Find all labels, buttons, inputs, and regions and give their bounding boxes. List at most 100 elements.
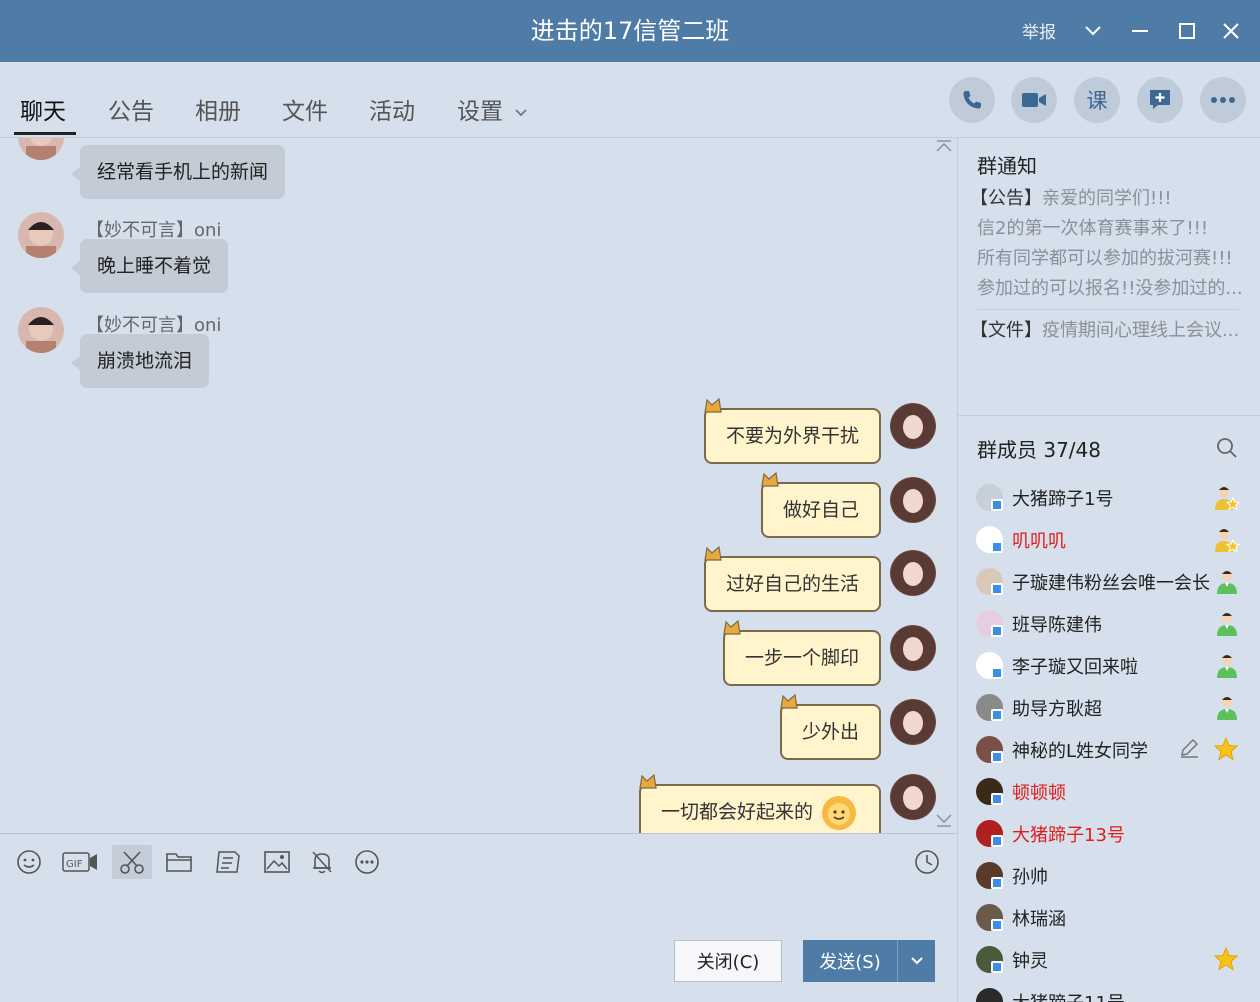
- tab-settings[interactable]: 设置: [457, 92, 528, 126]
- video-call-button[interactable]: [1011, 77, 1057, 123]
- message-bubble[interactable]: 经常看手机上的新闻: [70, 145, 286, 199]
- avatar[interactable]: [890, 550, 936, 596]
- search-icon[interactable]: [1215, 436, 1239, 460]
- close-icon[interactable]: [1214, 14, 1248, 48]
- mobile-online-icon: [991, 625, 1003, 637]
- message-bubble[interactable]: 晚上睡不着觉: [70, 239, 229, 293]
- cat-decoration-icon: [704, 545, 722, 561]
- member-row[interactable]: 林瑞涵: [958, 896, 1260, 938]
- gif-icon[interactable]: GIF: [60, 845, 100, 879]
- message-text: 少外出: [801, 721, 859, 743]
- tab-album[interactable]: 相册: [195, 92, 241, 126]
- tab-announcement[interactable]: 公告: [108, 92, 154, 126]
- member-row[interactable]: 顿顿顿: [958, 770, 1260, 812]
- notice-line[interactable]: 信2的第一次体育赛事来了!!!: [977, 214, 1208, 240]
- message-bubble[interactable]: 崩溃地流泪: [70, 334, 210, 388]
- member-row[interactable]: 班导陈建伟: [958, 602, 1260, 644]
- message-bubble-outgoing[interactable]: 不要为外界干扰: [703, 397, 881, 464]
- member-row[interactable]: 钟灵: [958, 938, 1260, 980]
- member-name: 孙帅: [1012, 867, 1048, 888]
- notice-line[interactable]: 【公告】亲爱的同学们!!!: [970, 184, 1172, 210]
- emoji-icon[interactable]: [12, 845, 46, 879]
- tab-chat[interactable]: 聊天: [20, 92, 66, 126]
- folder-icon[interactable]: [162, 845, 196, 879]
- group-members-panel: 群成员 37/48 大猪蹄子1号叽叽叽子璇建伟粉丝会唯一会长 班导陈建伟 李子璇又回…: [958, 417, 1260, 1002]
- add-message-button[interactable]: [1137, 77, 1183, 123]
- add-message-icon: [1150, 90, 1170, 109]
- notice-divider: [977, 309, 1239, 310]
- mobile-online-icon: [991, 499, 1003, 511]
- send-options-button[interactable]: [898, 956, 935, 966]
- notice-line[interactable]: 所有同学都可以参加的拔河赛!!!: [977, 244, 1233, 270]
- member-name: 助导方耿超: [1012, 699, 1102, 720]
- member-name: 大猪蹄子13号: [1012, 825, 1125, 846]
- notice-line[interactable]: 参加过的可以报名!!没参加过的...: [977, 274, 1243, 300]
- tab-activity[interactable]: 活动: [369, 92, 415, 126]
- scroll-top-icon[interactable]: [934, 138, 954, 154]
- member-avatar[interactable]: [976, 988, 1003, 1002]
- message-bubble-outgoing[interactable]: 过好自己的生活: [703, 545, 881, 612]
- bell-icon[interactable]: [305, 845, 339, 879]
- member-row[interactable]: 子璇建伟粉丝会唯一会长: [958, 560, 1260, 602]
- members-title: 群成员 37/48: [977, 438, 1101, 462]
- member-row[interactable]: 叽叽叽: [958, 518, 1260, 560]
- mobile-online-icon: [991, 877, 1003, 889]
- avatar[interactable]: [890, 625, 936, 671]
- mobile-online-icon: [991, 541, 1003, 553]
- member-row[interactable]: 李子璇又回来啦: [958, 644, 1260, 686]
- member-name: 林瑞涵: [1012, 909, 1066, 930]
- avatar[interactable]: [18, 307, 64, 353]
- avatar[interactable]: [18, 212, 64, 258]
- phone-icon: [963, 91, 981, 109]
- chevron-down-icon: [910, 957, 923, 965]
- avatar[interactable]: [890, 477, 936, 523]
- sun-emoji-icon: [822, 795, 856, 830]
- member-row[interactable]: 大猪蹄子11号: [958, 980, 1260, 1002]
- member-row[interactable]: 助导方耿超: [958, 686, 1260, 728]
- message-bubble-outgoing[interactable]: 一步一个脚印: [722, 619, 881, 686]
- report-button[interactable]: 举报: [1022, 18, 1056, 43]
- chat-area[interactable]: 经常看手机上的新闻 【妙不可言】oni 晚上睡不着觉 【妙不可言】oni 崩溃地…: [0, 138, 957, 833]
- doc-icon[interactable]: [212, 845, 246, 879]
- image-icon[interactable]: [260, 845, 294, 879]
- tab-files[interactable]: 文件: [282, 92, 328, 126]
- cat-decoration-icon: [639, 773, 657, 789]
- message-bubble-outgoing[interactable]: 少外出: [779, 693, 881, 760]
- mobile-online-icon: [991, 667, 1003, 679]
- chevron-down-icon[interactable]: [1076, 14, 1110, 48]
- mobile-online-icon: [991, 835, 1003, 847]
- notice-tag: 【公告】: [970, 188, 1042, 209]
- member-row[interactable]: 大猪蹄子13号: [958, 812, 1260, 854]
- maximize-icon[interactable]: [1170, 14, 1204, 48]
- member-name: 叽叽叽: [1012, 531, 1066, 552]
- voice-call-button[interactable]: [949, 77, 995, 123]
- message-bubble-outgoing[interactable]: 一切都会好起来的: [638, 773, 881, 833]
- edit-icon[interactable]: [1178, 737, 1200, 763]
- more-circle-icon[interactable]: [350, 845, 384, 879]
- avatar[interactable]: [18, 138, 64, 160]
- active-tab-indicator: [14, 132, 76, 135]
- minimize-icon[interactable]: [1123, 14, 1157, 48]
- send-button[interactable]: 发送(S): [803, 948, 897, 974]
- mobile-online-icon: [991, 709, 1003, 721]
- cat-decoration-icon: [723, 619, 741, 635]
- scroll-bottom-icon[interactable]: [934, 812, 954, 830]
- notice-file[interactable]: 【文件】疫情期间心理线上会议...: [970, 316, 1239, 342]
- member-row[interactable]: 大猪蹄子1号: [958, 476, 1260, 518]
- avatar[interactable]: [890, 699, 936, 745]
- message-text: 一切都会好起来的: [660, 801, 813, 823]
- avatar[interactable]: [890, 403, 936, 449]
- group-notice-panel[interactable]: 群通知 【公告】亲爱的同学们!!! 信2的第一次体育赛事来了!!! 所有同学都可…: [958, 138, 1260, 416]
- member-row[interactable]: 孙帅: [958, 854, 1260, 896]
- class-button[interactable]: 课: [1074, 77, 1120, 123]
- group-admin-icon: [1213, 694, 1241, 726]
- star-icon: [1213, 736, 1239, 766]
- mobile-online-icon: [991, 583, 1003, 595]
- message-bubble-outgoing[interactable]: 做好自己: [760, 471, 881, 538]
- member-row[interactable]: 神秘的L姓女同学: [958, 728, 1260, 770]
- avatar[interactable]: [890, 774, 936, 820]
- history-clock-icon[interactable]: [910, 845, 944, 879]
- scissors-icon[interactable]: [112, 845, 152, 879]
- more-button[interactable]: [1200, 77, 1246, 123]
- close-button[interactable]: 关闭(C): [674, 940, 782, 982]
